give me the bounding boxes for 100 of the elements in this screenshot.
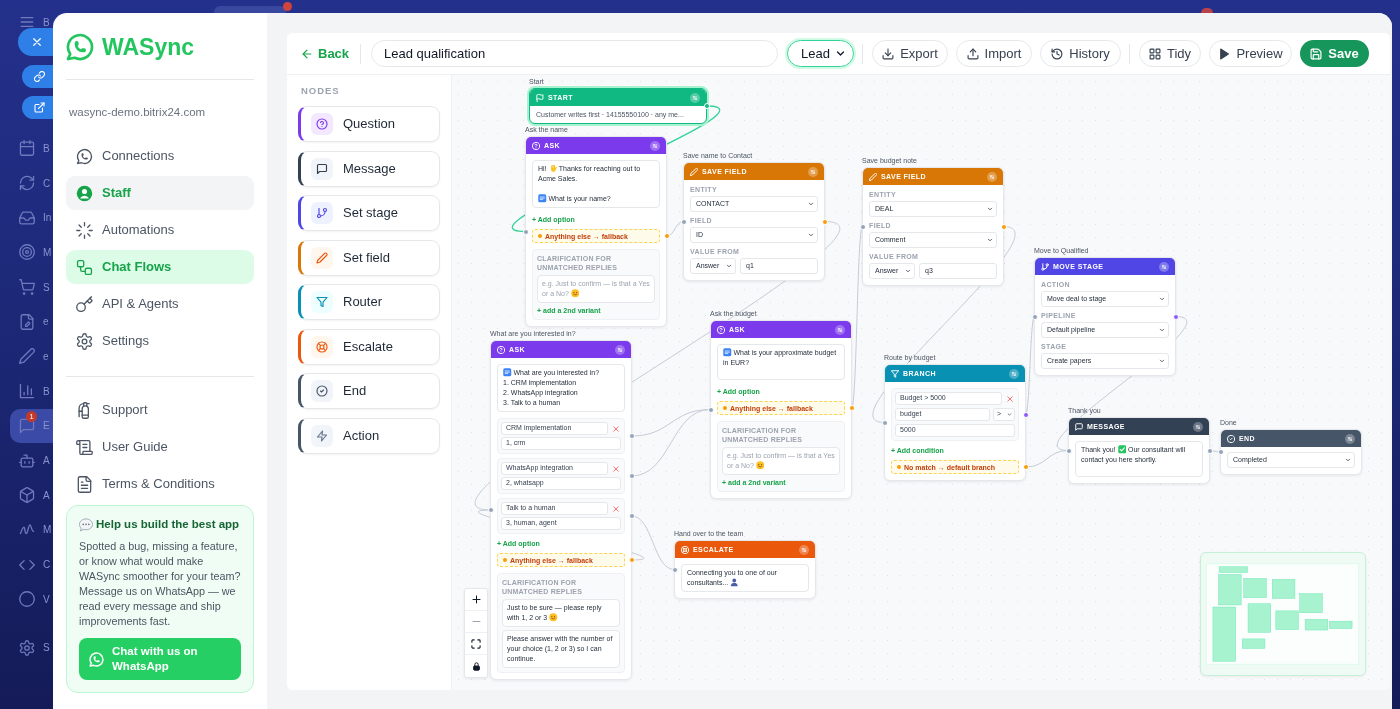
extinguisher-icon <box>76 401 93 419</box>
menu-item[interactable]: e <box>10 304 53 340</box>
menu-item[interactable]: e <box>10 339 53 374</box>
connection-handle[interactable] <box>680 218 687 225</box>
palette-item[interactable]: Action <box>298 417 440 454</box>
nav-item[interactable]: API & Agents <box>66 287 254 321</box>
sliders-icon[interactable] <box>1345 433 1355 444</box>
scroll-icon <box>76 438 93 456</box>
link-button[interactable] <box>22 65 53 88</box>
portal-domain: wasync-demo.bitrix24.com <box>69 105 206 119</box>
sliders-icon[interactable] <box>690 92 700 103</box>
sliders-icon[interactable] <box>987 171 997 182</box>
palette-item[interactable]: Escalate <box>298 328 440 365</box>
connection-handle[interactable] <box>487 507 494 513</box>
sliders-icon[interactable] <box>1159 261 1169 272</box>
nav-link[interactable]: User Guide <box>66 430 254 464</box>
sliders-icon[interactable] <box>1193 421 1203 432</box>
remove-icon[interactable] <box>613 425 619 432</box>
history-button[interactable]: History <box>1040 40 1121 67</box>
connection-handle[interactable] <box>848 405 855 411</box>
menu-item[interactable]: A <box>10 477 53 513</box>
connection-handle[interactable] <box>707 406 714 413</box>
menu-item[interactable]: In <box>10 200 53 236</box>
palette-item[interactable]: Router <box>298 284 440 320</box>
connection-handle[interactable] <box>1031 313 1038 320</box>
nav-item[interactable]: Connections <box>66 139 254 173</box>
pencil-icon <box>690 167 698 176</box>
tidy-button[interactable]: Tidy <box>1139 40 1201 67</box>
remove-icon[interactable] <box>1007 395 1013 402</box>
open-external-button[interactable] <box>22 96 53 119</box>
connection-handle[interactable] <box>1022 411 1029 418</box>
connection-handle[interactable] <box>663 233 670 239</box>
nav-link[interactable]: Terms & Conditions <box>66 467 254 501</box>
sliders-icon[interactable] <box>835 324 845 335</box>
sliders-icon[interactable] <box>1009 368 1019 379</box>
category-select[interactable]: Lead <box>787 40 854 67</box>
search-bar[interactable] <box>214 6 286 13</box>
palette-title: NODES <box>301 86 340 96</box>
menu-item[interactable]: B <box>10 14 53 30</box>
connection-handle[interactable] <box>703 103 710 109</box>
connection-handle[interactable] <box>1065 447 1072 454</box>
connection-handle[interactable] <box>671 566 678 573</box>
document-icon <box>76 475 93 493</box>
remove-icon[interactable] <box>613 505 619 512</box>
import-button[interactable]: Import <box>956 40 1032 67</box>
menu-item[interactable]: S <box>10 630 53 666</box>
connection-handle[interactable] <box>859 223 866 230</box>
palette-item[interactable]: End <box>298 373 440 409</box>
connection-handle[interactable] <box>628 473 635 479</box>
close-icon <box>31 36 43 48</box>
sliders-icon[interactable] <box>808 166 818 177</box>
question-circle-icon <box>497 345 505 354</box>
menu-item[interactable]: B <box>10 131 53 166</box>
menu-item[interactable]: A <box>10 443 53 478</box>
palette-item[interactable]: Set field <box>298 239 440 276</box>
export-button[interactable]: Export <box>872 40 948 67</box>
close-button[interactable] <box>18 28 53 56</box>
sliders-icon[interactable] <box>650 140 660 151</box>
nav-link[interactable]: Support <box>66 393 254 427</box>
lock-icon <box>471 661 481 671</box>
download-icon <box>882 47 895 60</box>
speech-bubble-icon <box>19 417 35 434</box>
menu-item[interactable]: V <box>10 581 53 617</box>
connection-handle[interactable] <box>522 228 529 235</box>
connection-handle[interactable] <box>1022 464 1029 470</box>
status-dot-icon <box>897 465 901 469</box>
sliders-icon[interactable] <box>799 544 809 555</box>
waving-hand-icon <box>548 164 557 173</box>
question-circle-icon <box>532 141 540 150</box>
nav-item[interactable]: Settings <box>66 324 254 358</box>
nav-item[interactable]: Automations <box>66 213 254 247</box>
flow-node[interactable] <box>490 340 632 680</box>
minimap-node <box>1275 610 1299 630</box>
connection-handle[interactable] <box>628 433 635 439</box>
remove-icon[interactable] <box>613 465 619 472</box>
chevron-down-icon <box>1345 457 1351 463</box>
save-button[interactable]: Save <box>1300 40 1369 67</box>
connection-handle[interactable] <box>628 557 635 563</box>
menu-item[interactable]: B <box>10 373 53 409</box>
menu-item[interactable]: S <box>10 269 53 305</box>
flow-node[interactable] <box>525 136 667 327</box>
preview-button[interactable]: Preview <box>1209 40 1292 67</box>
palette-item[interactable]: Message <box>298 150 440 187</box>
connection-handle[interactable] <box>1172 313 1179 320</box>
feedback-text: Spotted a bug, missing a feature, or know what would make WASync smoother for your team? Message us on WhatsApp — we read every message and ship improvements fast. <box>79 539 241 629</box>
menu-item[interactable]: C <box>10 547 53 582</box>
whatsapp-icon <box>76 147 93 165</box>
connection-handle[interactable] <box>821 218 828 225</box>
whatsapp-icon <box>89 651 104 667</box>
menu-item[interactable]: M <box>10 512 53 548</box>
minimap[interactable] <box>1200 552 1366 676</box>
connection-handle[interactable] <box>628 513 635 519</box>
connection-handle[interactable] <box>881 419 888 426</box>
minimap-node <box>1299 593 1323 613</box>
menu-item[interactable]: C <box>10 165 53 201</box>
connection-handle[interactable] <box>1000 223 1007 230</box>
palette-item[interactable]: Set stage <box>298 195 440 231</box>
menu-item[interactable]: M <box>10 235 53 270</box>
sliders-icon[interactable] <box>615 344 625 355</box>
palette-item[interactable]: Question <box>298 106 440 142</box>
